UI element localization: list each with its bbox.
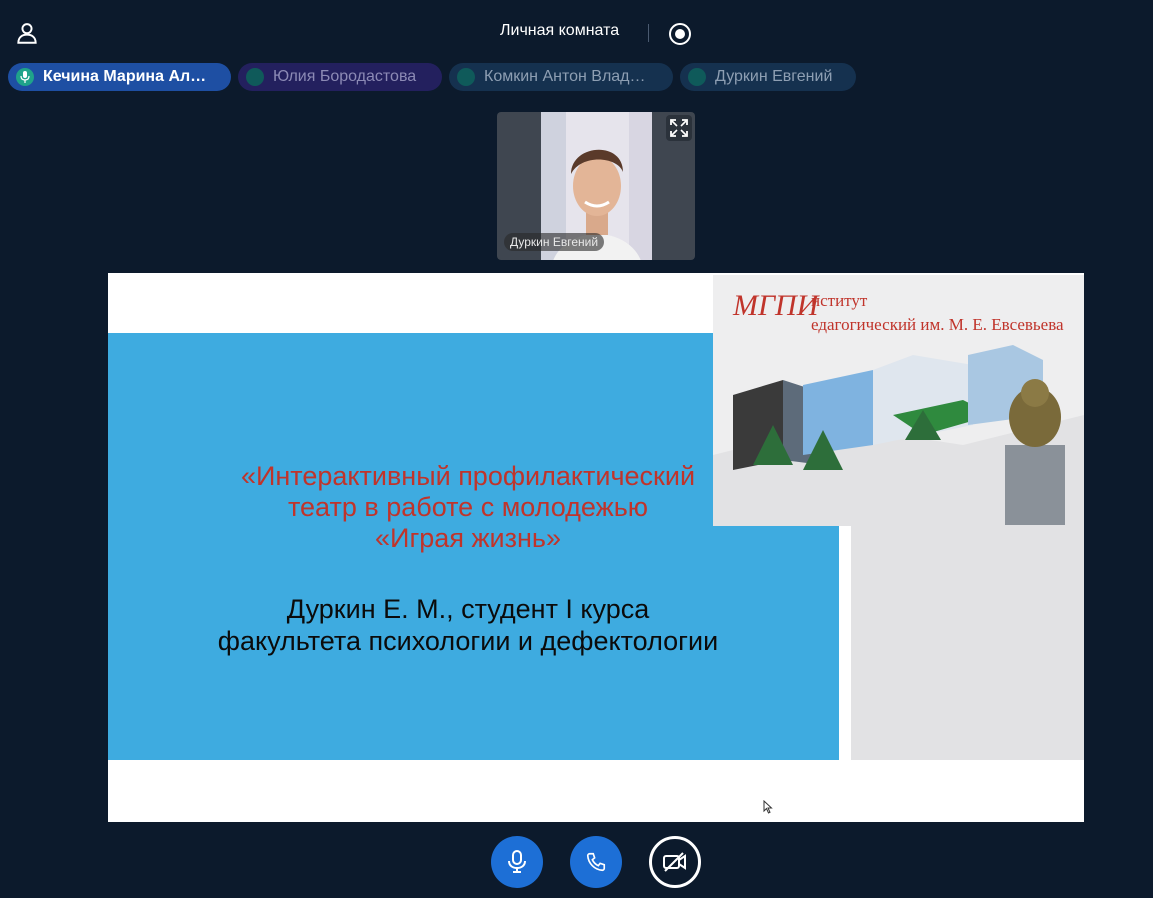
slide-title: «Интерактивный профилактический театр в … [168,461,768,554]
microphone-button[interactable] [491,836,543,888]
participant-name: Кечина Марина Ал… [43,68,207,85]
record-icon[interactable] [668,22,692,46]
user-icon[interactable] [14,20,40,46]
video-participant-name: Дуркин Евгений [504,233,605,251]
expand-icon [670,119,688,137]
status-dot-icon [457,68,475,86]
microphone-icon [508,850,526,873]
slide-subtitle-line: Дуркин Е. М., студент I курса [286,594,650,624]
cursor-icon [763,800,773,814]
camera-button[interactable] [649,836,701,888]
slide-gray-panel [851,526,1084,760]
expand-button[interactable] [666,115,692,141]
status-dot-icon [246,68,264,86]
logo-institute: нститут [811,291,868,310]
slide-subtitle-line: факультета психологии и дефектологии [217,626,719,656]
camera-off-icon [663,852,686,872]
microphone-active-icon [16,68,34,86]
title-divider [648,24,649,42]
participant-name: Юлия Бородастова [273,68,417,85]
participant-name: Комкин Антон Влад… [484,68,646,85]
participant-chip[interactable]: Кечина Марина Ал… [8,63,231,91]
slide-title-line: «Играя жизнь» [375,523,561,553]
slide-title-line: «Интерактивный профилактический [240,461,696,491]
slide-subtitle: Дуркин Е. М., студент I курса факультета… [168,593,768,657]
call-button[interactable] [570,836,622,888]
participant-chip[interactable]: Дуркин Евгений [680,63,856,91]
logo-full-name: едагогический им. М. Е. Евсевьева [811,315,1064,334]
room-title: Личная комната [500,22,620,39]
participant-chip[interactable]: Комкин Антон Влад… [449,63,673,91]
phone-icon [586,852,606,872]
participant-video-tile[interactable]: Дуркин Евгений [497,112,695,260]
participant-name: Дуркин Евгений [715,68,833,85]
participant-chip[interactable]: Юлия Бородастова [238,63,442,91]
top-bar: Личная комната [0,0,1153,66]
call-controls [0,836,1153,890]
status-dot-icon [688,68,706,86]
institute-logo-image: МГПИ нститут едагогический им. М. Е. Евс… [713,275,1084,526]
shared-screen: МГПИ нститут едагогический им. М. Е. Евс… [108,273,1084,822]
slide-title-line: театр в работе с молодежью [287,492,649,522]
logo-mark: МГПИ [733,289,819,322]
